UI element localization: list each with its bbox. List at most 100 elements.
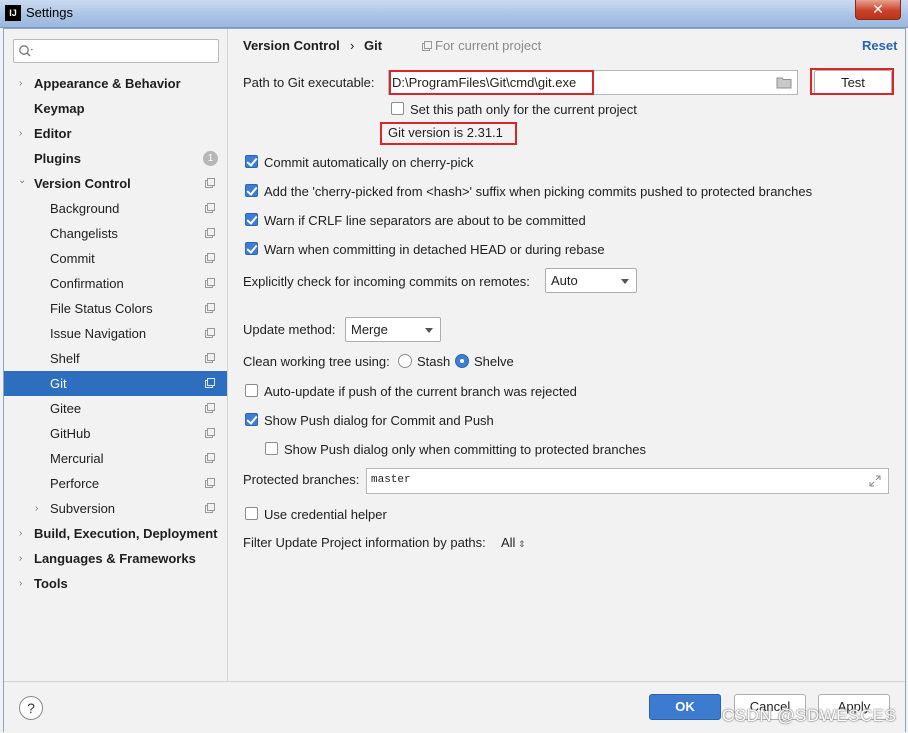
project-scope-icon [205,303,215,313]
sidebar-item-label: Version Control [34,176,131,191]
chevron-right-icon: › [19,553,23,564]
git-settings-panel: Version Control › Git For current projec… [228,29,905,681]
stash-radio[interactable] [398,354,412,368]
filter-paths-select[interactable]: All ⇕ [501,535,526,550]
sidebar-item-shelf[interactable]: Shelf [4,346,227,371]
breadcrumb-git: Git [364,38,383,53]
ok-button[interactable]: OK [649,694,721,720]
sidebar-item-plugins[interactable]: Plugins 1 [4,146,227,171]
sidebar-item-label: Changelists [50,226,118,241]
sidebar-item-appearance-behavior[interactable]: › Appearance & Behavior [4,71,227,96]
sidebar-item-perforce[interactable]: Perforce [4,471,227,496]
show-push-protected-checkbox[interactable] [265,442,278,455]
project-scope-icon [422,41,432,51]
path-only-project-checkbox[interactable] [391,102,404,115]
project-scope-icon [205,228,215,238]
settings-sidebar: › Appearance & Behavior Keymap › Editor … [4,29,228,681]
sidebar-item-tools[interactable]: › Tools [4,571,227,596]
updown-arrow-icon: ⇕ [515,539,526,549]
warn-crlf-label: Warn if CRLF line separators are about t… [264,213,586,228]
expand-icon[interactable] [869,475,881,487]
sidebar-item-changelists[interactable]: Changelists [4,221,227,246]
sidebar-item-label: Mercurial [50,451,104,466]
protected-branches-value: master [371,474,411,486]
chevron-right-icon: › [19,128,23,139]
chevron-right-icon: › [19,578,23,589]
dropdown-arrow-icon [425,328,433,333]
shelve-radio[interactable] [455,354,469,368]
intellij-app-icon: IJ [5,5,21,21]
sidebar-item-label: Shelf [50,351,80,366]
project-scope-icon [205,503,215,513]
sidebar-item-version-control[interactable]: ⌄ Version Control [4,171,227,196]
sidebar-item-label: File Status Colors [50,301,153,316]
breadcrumb-separator: › [350,38,355,53]
dropdown-arrow-icon [621,279,629,284]
sidebar-item-label: Confirmation [50,276,124,291]
window-close-button[interactable]: ✕ [855,0,901,20]
show-push-label: Show Push dialog for Commit and Push [264,413,494,428]
sidebar-item-github[interactable]: GitHub [4,421,227,446]
sidebar-item-file-status-colors[interactable]: File Status Colors [4,296,227,321]
incoming-commits-label: Explicitly check for incoming commits on… [243,274,530,289]
sidebar-item-subversion[interactable]: › Subversion [4,496,227,521]
sidebar-item-keymap[interactable]: Keymap [4,96,227,121]
commit-cherry-pick-checkbox[interactable] [245,155,258,168]
chevron-right-icon: › [35,503,39,514]
csdn-watermark: CSDN @SDWESCES [722,706,897,725]
sidebar-item-editor[interactable]: › Editor [4,121,227,146]
commit-cherry-pick-label: Commit automatically on cherry-pick [264,155,474,170]
auto-update-checkbox[interactable] [245,384,258,397]
sidebar-item-label: Build, Execution, Deployment [34,526,218,541]
warn-detached-checkbox[interactable] [245,242,258,255]
sidebar-item-git[interactable]: Git [4,371,227,396]
warn-crlf-checkbox[interactable] [245,213,258,226]
auto-update-label: Auto-update if push of the current branc… [264,384,577,399]
cherry-suffix-label: Add the 'cherry-picked from <hash>' suff… [264,184,813,199]
reset-link[interactable]: Reset [862,38,897,53]
sidebar-item-label: Editor [34,126,72,141]
chevron-right-icon: › [19,528,23,539]
test-highlight-box [810,68,894,95]
filter-paths-value: All [501,535,516,550]
sidebar-item-label: Issue Navigation [50,326,147,341]
sidebar-item-background[interactable]: Background [4,196,227,221]
help-button[interactable]: ? [19,696,43,720]
sidebar-item-label: Commit [50,251,95,266]
path-to-git-label: Path to Git executable: [243,75,375,90]
sidebar-item-label: Perforce [50,476,100,491]
credential-helper-checkbox[interactable] [245,507,258,520]
sidebar-item-confirmation[interactable]: Confirmation [4,271,227,296]
path-highlight-box [389,70,594,95]
sidebar-item-label: Background [50,201,120,216]
project-scope-icon [205,403,215,413]
chevron-right-icon: › [19,78,23,89]
update-method-select[interactable]: Merge [345,317,441,342]
sidebar-item-issue-navigation[interactable]: Issue Navigation [4,321,227,346]
sidebar-item-commit[interactable]: Commit [4,246,227,271]
update-method-value: Merge [351,322,388,337]
sidebar-item-languages-frameworks[interactable]: › Languages & Frameworks [4,546,227,571]
folder-icon[interactable] [776,76,792,89]
breadcrumb-version-control[interactable]: Version Control [243,38,340,53]
settings-search-input[interactable] [13,39,219,63]
sidebar-item-build-execution-deployment[interactable]: › Build, Execution, Deployment [4,521,227,546]
warn-detached-label: Warn when committing in detached HEAD or… [264,242,605,257]
sidebar-item-mercurial[interactable]: Mercurial [4,446,227,471]
incoming-commits-select[interactable]: Auto [545,268,637,293]
plugins-update-badge: 1 [203,151,218,166]
sidebar-item-gitee[interactable]: Gitee [4,396,227,421]
project-scope-icon [205,328,215,338]
project-scope-icon [205,428,215,438]
protected-branches-input[interactable]: master [366,468,889,494]
cherry-suffix-checkbox[interactable] [245,184,258,197]
scope-label: For current project [435,38,542,53]
show-push-protected-label: Show Push dialog only when committing to… [284,442,647,457]
sidebar-item-label: Appearance & Behavior [34,76,181,91]
filter-paths-label: Filter Update Project information by pat… [243,535,486,550]
credential-helper-label: Use credential helper [264,507,387,522]
sidebar-item-label: GitHub [50,426,91,441]
show-push-checkbox[interactable] [245,413,258,426]
sidebar-item-label: Languages & Frameworks [34,551,196,566]
clean-tree-label: Clean working tree using: [243,354,390,369]
